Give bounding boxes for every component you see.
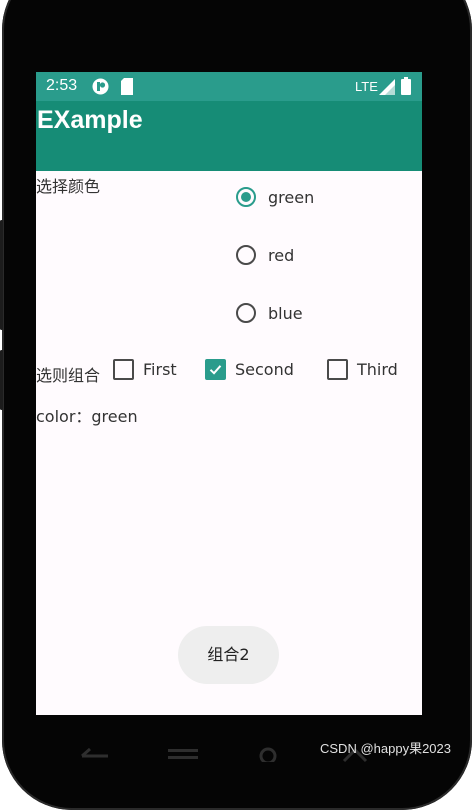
volume-button (0, 220, 3, 330)
battery-icon (401, 77, 411, 99)
network-type: LTE (355, 79, 378, 94)
radio-label-blue: blue (268, 304, 303, 323)
app-notification-icon (92, 78, 109, 99)
radio-button[interactable] (236, 245, 256, 265)
radio-button-checked[interactable] (236, 187, 256, 207)
menu-icon[interactable] (168, 747, 198, 767)
combo-group-label: 选则组合 (36, 366, 101, 385)
signal-icon (379, 79, 395, 99)
app-bar: EXample (36, 101, 422, 171)
power-button (0, 350, 3, 410)
checkbox-label-first: First (143, 360, 177, 379)
status-bar: 2:53 LTE (36, 72, 422, 101)
checkbox-box-checked[interactable] (205, 359, 226, 380)
app-screen: 2:53 LTE EXample 选择颜色 green red blue 选则组… (36, 72, 422, 715)
back-icon[interactable] (80, 747, 110, 767)
toast-message: 组合2 (178, 626, 279, 684)
color-group-label: 选择颜色 (36, 177, 101, 196)
watermark-text: CSDN @happy果2023 (320, 741, 451, 756)
radio-label-red: red (268, 246, 295, 265)
checkbox-box[interactable] (327, 359, 348, 380)
radio-button[interactable] (236, 303, 256, 323)
radio-red[interactable]: red (236, 243, 386, 271)
checkbox-box[interactable] (113, 359, 134, 380)
result-text: color：green (36, 407, 138, 426)
checkmark-icon (209, 365, 222, 375)
checkbox-label-second: Second (235, 360, 294, 379)
radio-green[interactable]: green (236, 185, 386, 213)
sd-card-icon (120, 78, 134, 99)
app-title: EXample (37, 106, 143, 134)
checkbox-label-third: Third (357, 360, 398, 379)
search-icon[interactable] (258, 746, 278, 766)
status-time: 2:53 (46, 77, 78, 94)
radio-label-green: green (268, 188, 315, 207)
radio-blue[interactable]: blue (236, 301, 386, 329)
